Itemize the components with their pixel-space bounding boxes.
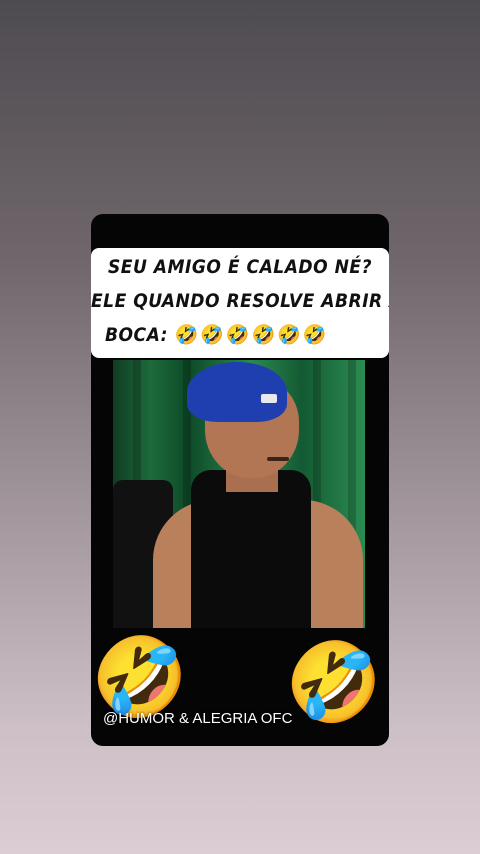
caption-box: SEU AMIGO É CALADO NÉ? ELE QUANDO RESOLV… <box>91 248 389 358</box>
video-frame[interactable] <box>113 360 365 628</box>
watermark-text: @HUMOR & ALEGRIA OFC <box>103 710 293 727</box>
laughing-emoji-icon-right: 🤣 <box>285 638 383 728</box>
caption-line-2: ELE QUANDO RESOLVE ABRIR A <box>91 290 389 312</box>
post-card: SEU AMIGO É CALADO NÉ? ELE QUANDO RESOLV… <box>91 214 389 746</box>
mustache <box>267 457 289 461</box>
caption-line-1: SEU AMIGO É CALADO NÉ? <box>107 256 372 278</box>
caption-line-3: BOCA: 🤣🤣🤣🤣🤣🤣 <box>91 323 389 346</box>
black-tank-top <box>191 470 311 628</box>
laughing-emoji-row: 🤣🤣🤣🤣🤣🤣 <box>174 324 329 346</box>
cap-logo <box>261 394 277 403</box>
laughing-emoji-icon-left: 🤣 <box>91 633 189 723</box>
caption-line-3-text: BOCA: <box>105 324 169 346</box>
blue-cap <box>187 362 287 422</box>
